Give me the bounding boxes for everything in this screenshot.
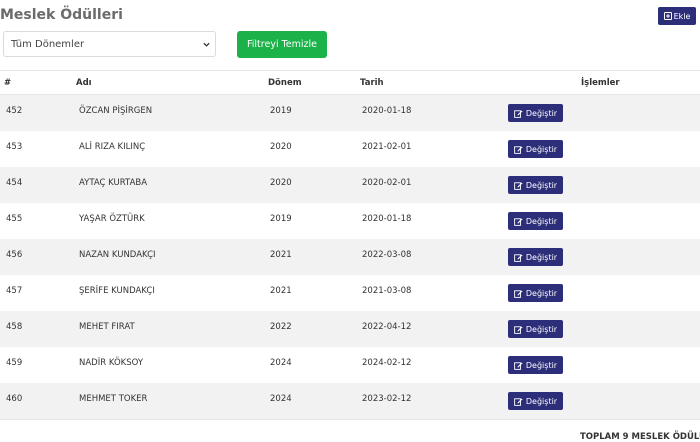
edit-button-label: Değiştir <box>525 180 558 190</box>
edit-button[interactable]: Değiştir <box>508 212 563 230</box>
cell-id: 459 <box>6 358 23 368</box>
cell-period: 2019 <box>270 106 292 116</box>
cell-name: MEHMET TOKER <box>79 394 148 404</box>
header-date: Tarih <box>360 78 384 88</box>
cell-name: AYTAÇ KURTABA <box>79 178 148 188</box>
header-name: Adı <box>76 78 92 88</box>
edit-icon <box>514 217 523 226</box>
plus-square-icon <box>663 12 672 20</box>
edit-icon <box>514 361 523 370</box>
cell-id: 456 <box>6 250 23 260</box>
cell-date: 2022-03-08 <box>362 250 412 260</box>
cell-name: YAŞAR ÖZTÜRK <box>79 214 145 224</box>
edit-button-label: Değiştir <box>525 108 558 118</box>
edit-button-label: Değiştir <box>525 216 558 226</box>
table-row: 455 YAŞAR ÖZTÜRK 2019 2020-01-18 Değişti… <box>0 203 700 239</box>
edit-button[interactable]: Değiştir <box>508 320 563 338</box>
cell-period: 2019 <box>270 214 292 224</box>
cell-period: 2024 <box>270 394 292 404</box>
edit-button[interactable]: Değiştir <box>508 176 563 194</box>
header-period: Dönem <box>268 78 302 88</box>
cell-date: 2021-02-01 <box>362 142 412 152</box>
edit-button[interactable]: Değiştir <box>508 392 563 410</box>
cell-date: 2024-02-12 <box>362 358 412 368</box>
cell-period: 2024 <box>270 358 292 368</box>
cell-period: 2022 <box>270 322 292 332</box>
cell-date: 2020-02-01 <box>362 178 412 188</box>
cell-id: 457 <box>6 286 23 296</box>
cell-name: ÖZCAN PİŞİRGEN <box>79 106 153 116</box>
table-row: 453 ALİ RIZA KILINÇ 2020 2021-02-01 Deği… <box>0 131 700 167</box>
table-row: 456 NAZAN KUNDAKÇI 2021 2022-03-08 Değiş… <box>0 239 700 275</box>
cell-period: 2021 <box>270 250 292 260</box>
edit-icon <box>514 253 523 262</box>
edit-button-label: Değiştir <box>525 144 558 154</box>
table-row: 452 ÖZCAN PİŞİRGEN 2019 2020-01-18 Değiş… <box>0 95 700 131</box>
cell-date: 2020-01-18 <box>362 106 412 116</box>
cell-id: 452 <box>6 106 23 116</box>
edit-icon <box>514 181 523 190</box>
cell-name: MEHET FIRAT <box>79 322 135 332</box>
cell-name: ŞERİFE KUNDAKÇI <box>79 286 155 296</box>
cell-id: 454 <box>6 178 23 188</box>
edit-button[interactable]: Değiştir <box>508 104 563 122</box>
edit-icon <box>514 109 523 118</box>
cell-date: 2023-02-12 <box>362 394 412 404</box>
edit-button-label: Değiştir <box>525 252 558 262</box>
edit-button-label: Değiştir <box>525 324 558 334</box>
edit-button[interactable]: Değiştir <box>508 140 563 158</box>
chevron-down-icon <box>202 40 211 49</box>
table-row: 460 MEHMET TOKER 2024 2023-02-12 Değişti… <box>0 383 700 419</box>
table-bottom-divider <box>0 419 700 420</box>
header-actions: İşlemler <box>581 78 620 88</box>
add-button-label: Ekle <box>673 11 691 21</box>
table-row: 459 NADİR KÖKSOY 2024 2024-02-12 Değişti… <box>0 347 700 383</box>
edit-button[interactable]: Değiştir <box>508 248 563 266</box>
cell-period: 2021 <box>270 286 292 296</box>
cell-id: 455 <box>6 214 23 224</box>
cell-date: 2021-03-08 <box>362 286 412 296</box>
cell-name: NAZAN KUNDAKÇI <box>79 250 156 260</box>
add-button[interactable]: Ekle <box>658 7 696 25</box>
edit-button[interactable]: Değiştir <box>508 284 563 302</box>
cell-date: 2022-04-12 <box>362 322 412 332</box>
cell-name: NADİR KÖKSOY <box>79 358 144 368</box>
period-select-value: Tüm Dönemler <box>11 38 85 50</box>
cell-name: ALİ RIZA KILINÇ <box>79 142 146 152</box>
table-row: 457 ŞERİFE KUNDAKÇI 2021 2021-03-08 Deği… <box>0 275 700 311</box>
edit-button-label: Değiştir <box>525 360 558 370</box>
cell-date: 2020-01-18 <box>362 214 412 224</box>
total-count: TOPLAM 9 MESLEK ÖDÜLÜ <box>580 432 700 442</box>
page-title: Meslek Ödülleri <box>0 7 123 23</box>
cell-period: 2020 <box>270 178 292 188</box>
edit-button-label: Değiştir <box>525 396 558 406</box>
edit-icon <box>514 397 523 406</box>
cell-id: 458 <box>6 322 23 332</box>
clear-filter-button[interactable]: Filtreyi Temizle <box>237 31 327 58</box>
edit-icon <box>514 289 523 298</box>
header-id: # <box>4 78 12 88</box>
table-row: 458 MEHET FIRAT 2022 2022-04-12 Değiştir <box>0 311 700 347</box>
edit-icon <box>514 145 523 154</box>
table-row: 454 AYTAÇ KURTABA 2020 2020-02-01 Değişt… <box>0 167 700 203</box>
table-top-divider <box>0 70 700 71</box>
cell-period: 2020 <box>270 142 292 152</box>
edit-button[interactable]: Değiştir <box>508 356 563 374</box>
period-select[interactable]: Tüm Dönemler <box>3 31 216 57</box>
edit-button-label: Değiştir <box>525 288 558 298</box>
edit-icon <box>514 325 523 334</box>
cell-id: 460 <box>6 394 23 404</box>
cell-id: 453 <box>6 142 23 152</box>
